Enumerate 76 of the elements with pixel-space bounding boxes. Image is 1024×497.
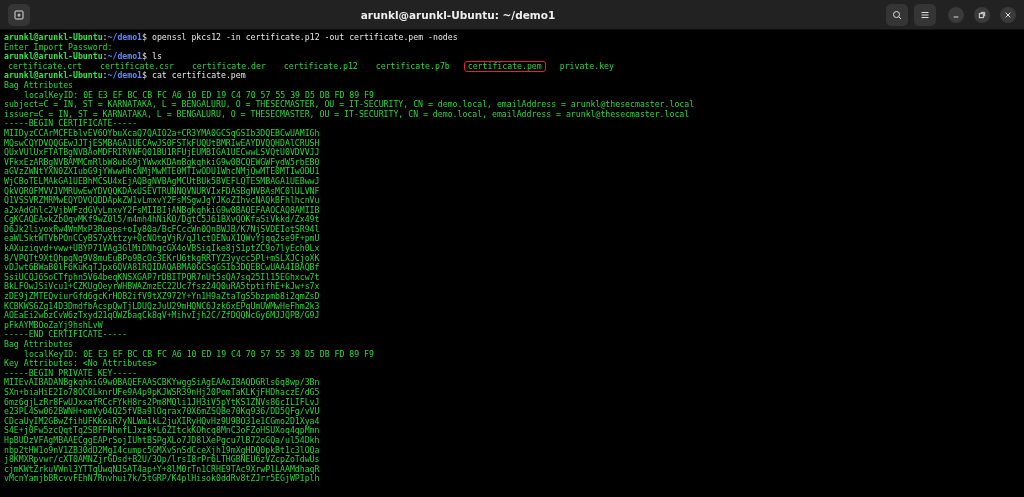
output-line: 8/VPQTt9XtQhpqNg9V8muEuBPo9BcOc3EKrU6tkgRRTYZ3yycc5Pl+mSLXJCjoXK	[4, 253, 320, 264]
output-line: vMcnYamjbBRcvvFEhN7Rnvhui7k/5tGRP/K4plHisok0ddRv8tZJrr5EGjWPIplh	[4, 474, 320, 484]
restore-icon	[978, 10, 986, 19]
output-line: localKeyID: 0E E3 EF BC CB FC A6 10 ED 19 C4 70 57 55 39 D5 DB FD 89 F9	[23, 349, 374, 360]
prompt-separator: :	[102, 33, 108, 43]
prompt-symbol: $	[142, 33, 147, 43]
output-line: SXn+biaHiE2Io78OC0LknrUFe9A4p9pKJWSR39nHj20PomTaKLKjFHDhaczE/dG5	[4, 387, 320, 398]
prompt-separator: :	[102, 52, 108, 62]
file-name: certificate.csr	[99, 61, 174, 72]
output-line: nbp2tHW1o9nV1ZB30dD2MgI4cumpc5GMXvSnSdCceXjh19mXgHDQ0pkBt1c3lOQa	[4, 445, 320, 456]
output-line: Bag Attributes	[4, 340, 73, 350]
output-line: zDE9jZMTEQviurGfd6gcKrHOB2ifV9tXZ972Y+Yn1H9aZtaTgS5bzpmb8i2qmZsD	[4, 292, 320, 302]
output-line: subject=C = IN, ST = KARNATAKA, L = BENGALURU, O = THESECMASTER, OU = IT-SECURITY, CN = demo.local, emailAddress = arunkl@thesecmaster.local	[4, 100, 695, 110]
output-line: eaWLSktWTVbPOnCCyBS7yXttzy+OcNOtgVjR/qJlctOENuX1QWvYjqq2se9F+pmU	[4, 234, 320, 245]
close-button[interactable]	[1000, 6, 1016, 23]
output-line: -----END CERTIFICATE-----	[4, 330, 128, 340]
command-text: ls	[152, 52, 162, 62]
output-line: -----BEGIN CERTIFICATE-----	[4, 119, 138, 129]
prompt-symbol: $	[142, 71, 147, 81]
output-line: cjmKWtZrkuVWnl3YTTqUwqNJSAT4ap+Y+8lM0rTn1CRHE9TAc9XrwPlLAAMdhaqR	[4, 464, 320, 475]
prompt-path: ~/demo1	[107, 52, 143, 62]
output-line: AOEaEi2wbzCvW6zTxyd21qOWZbaqCk8qV+MihvIjh2C/ZfDQQNcGy6MJJQPB/G9J	[4, 311, 320, 321]
output-line: -----BEGIN PRIVATE KEY-----	[4, 368, 138, 378]
search-button[interactable]	[886, 3, 908, 26]
output-line: aGVzZWNtYXN0ZXIubG9jYWwwHhcNMjMwMTE0MTIwODU1WhcNMjQwMTE0MTIwODU1	[4, 167, 320, 177]
command-text: openssl pkcs12 -in certificate.p12 -out certificate.pem -nodes	[152, 33, 458, 43]
output-line: QUxVUlUxFTATBgNVBAoMDFRIRVNFQ01BU1RFUjEUMBIGA1UECwwLSVQtU0VDVVJJ	[4, 148, 320, 158]
prompt-user: arunkl@arunkl-Ubuntu	[4, 71, 103, 81]
restore-button[interactable]	[974, 6, 990, 23]
file-name: certificate.p12	[282, 61, 359, 73]
output-line: HpBUDzVFAgMBAAECggEAPrSojIUhtBSPgXLo7JD8lXePgcu7lB72oGQa/ul54Dkh	[4, 435, 320, 446]
highlighted-file-name: certificate.pem	[463, 61, 546, 73]
window-title: arunkl@arunkl-Ubuntu: ~/demo1	[359, 8, 557, 21]
prompt-separator: :	[102, 71, 108, 81]
output-line: MIIDyzCCArMCFEblvEV6OYbuXcaQ7QAIO2a+CR3YMA0GCSqGSIb3DQEBCwUAMIGh	[4, 128, 320, 139]
prompt-user: arunkl@arunkl-Ubuntu	[4, 33, 103, 43]
output-line: WjCBoTELMAkGA1UEBhMCSU4xEjAQBgNVBAgMCUtBUk5BVEFLQTESMBAGA1UEBwwJ	[4, 176, 320, 187]
prompt-symbol: $	[142, 52, 147, 62]
output-line: Bag Attributes	[4, 80, 73, 91]
output-line: 6mz6gjLzRr8FwUJxxafRCcFYkH8rs2Pm8MQli1JH3iV5pYtKS1ZNVs86cILIFLvJ	[4, 397, 320, 408]
output-line: KCBKWSGZg14D3DmdfbAcspQwTjLDUQzJuU29mHQNC6Jzk6xEPqUmUWMwHeFhm2k3	[4, 301, 320, 312]
file-name: private.key	[558, 61, 615, 73]
output-line: e23PL4Sw062BWNH+omVy04Q25fVBa9lOqrax70X6mZSQBe70Kq936/DD5QFg/vVU	[4, 407, 320, 417]
prompt-user: arunkl@arunkl-Ubuntu	[4, 52, 103, 62]
file-name: certificate.der	[191, 61, 267, 72]
output-line: j8KMXRpvwr/cXT0AMNZjrGDsd+B2U/3Op/lrsI8rPr6LTHGBNEU6zVZcpZoTdwUs	[4, 455, 320, 465]
output-line: Enter Import Password:	[4, 42, 113, 53]
file-name: certificate.p7b	[374, 61, 451, 73]
output-line: QkVOR0FMVVJVMRUwEwYDVQQKDAxUSEVTRUNNQVNURVIxFDASBgNVBAsMC0lULVNF	[4, 186, 320, 197]
output-line: S4E+j0Fw5zcQqtTq2SBFFNhnfLJxzk+L6ZItckKOhcq8MnC3oFZoHSUXoq4qpMmn	[4, 426, 320, 436]
output-line: BkLFOwJSiVcu1+CZKUgOeyrWHBWAZmzEC22Uc7fsz24Q0uRA5tptifhE+kJw+s7x	[4, 282, 320, 293]
output-line: a2xAdGhlc2VjbWFzdGVyLmxvY2FsMIIBIjANBgkqhkiG9w0BAQEFAAOCAQ8AMIIB	[4, 205, 320, 216]
close-icon	[1004, 10, 1012, 19]
output-line: CgKCAQEAxkZbOqvMKf9wZ0l5/m4mh4hNiKO/DgtC5J61BXvQOKfaSiVkkd/Zx49t	[4, 215, 320, 225]
output-line: SsiUCQJ6SoCTfphn5V64beqKNSXGAP7rDBITPQR7nUt5sQA7sq25Il15EGhxcw7t	[4, 272, 320, 283]
file-name: certificate.crt	[8, 61, 82, 72]
search-icon	[891, 8, 903, 21]
output-line: issuer=C = IN, ST = KARNATAKA, L = BENGALURU, O = THESECMASTER, OU = IT-SECURITY, CN = demo.local, emailAddress = arunkl@thesecmaster.local	[4, 109, 690, 119]
output-line: CDcaUyIM2GBwZfihUFKKoiR7yNLWm1kL2juXIRyHQvHz9U9BO31e1CGmo2D1Xya4	[4, 416, 320, 427]
prompt-path: ~/demo1	[107, 33, 143, 43]
output-line: pFkAYMBOoZaYj9hshLvW	[4, 320, 103, 331]
new-tab-icon	[13, 8, 25, 21]
menu-button[interactable]	[914, 3, 936, 26]
minimize-button[interactable]	[948, 6, 964, 23]
output-line: Q1VSSVRZMRMwEQYDVQQDDApkZW1vLmxvY2FsMSgwJgYJKoZIhvcNAQkBFhlhcnVu	[4, 196, 320, 206]
output-line: VFkxEzARBgNVBAMMCmRlbW8ubG9jYWwxKDAmBgkqhkiG9w0BCQEWGWFydW5rbEB0	[4, 157, 320, 168]
prompt-path: ~/demo1	[107, 71, 143, 81]
output-line: localKeyID: 0E E3 EF BC CB FC A6 10 ED 19 C4 70 57 55 39 D5 DB FD 89 F9	[24, 90, 374, 101]
output-line: D6Jk2liyoxRw4WnMxP3Rueps+oIy80a/BcFCccWn0QnBWJB/K7NjSVDEIotSR94l	[4, 224, 320, 235]
output-line: kAXuziqvd+vww+UBYP71VAg3GlMiDNhgcGX4oVBSiqIke8jS1ptZC9o7lyEch0Lx	[4, 244, 320, 254]
output-line: vDJwt6BWaB0lF6KuKqTJpx6QVA81RQIDAQABMA0GCSqGSIb3DQEBCwUAA4IBAQBf	[4, 263, 320, 273]
new-tab-button[interactable]	[8, 3, 30, 26]
output-line: MIIEvAIBADANBgkqhkiG9w0BAQEFAASCBKYwggSiAgEAAoIBAQDGRls6q8wp/3Bn	[4, 378, 320, 388]
command-text: cat certificate.pem	[152, 71, 246, 81]
output-line: Key Attributes: <No Attributes>	[4, 359, 157, 369]
output-line: MQswCQYDVQQGEwJJTjESMBAGA1UECAwJS0FSTkFUQUtBMRIwEAYDVQQHDAlCRUSH	[4, 138, 320, 149]
